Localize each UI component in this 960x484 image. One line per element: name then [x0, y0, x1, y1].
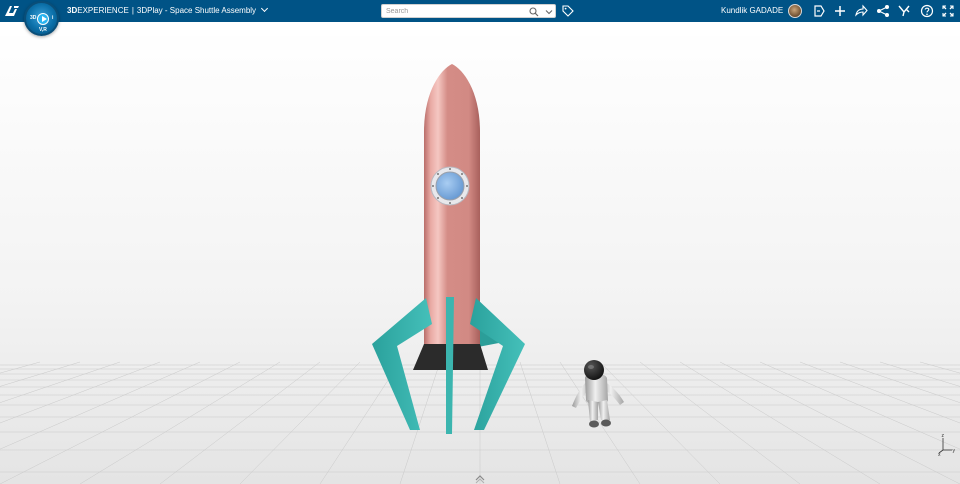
network-icon[interactable] [876, 4, 890, 18]
rocket-model[interactable] [372, 64, 525, 434]
astronaut-model[interactable] [572, 360, 624, 428]
search-dropdown-icon[interactable] [545, 8, 553, 16]
top-bar: 3DEXPERIENCE | 3DPlay - Space Shuttle Asse… [0, 0, 960, 22]
axis-x-label: x [938, 452, 941, 456]
play-icon[interactable] [37, 13, 49, 25]
brand-rest: EXPERIENCE [77, 6, 129, 15]
axis-y-label: y [953, 448, 956, 454]
share-icon[interactable] [854, 4, 868, 18]
app-brand[interactable]: 3DEXPERIENCE | 3DPlay - Space Shuttle Asse… [67, 4, 269, 15]
chevron-down-icon[interactable] [261, 4, 269, 13]
tools-icon[interactable] [897, 4, 911, 18]
user-name[interactable]: Kundlik GADADE [721, 6, 783, 15]
rocket-fin-front [446, 297, 454, 434]
astronaut-leg-left [588, 400, 598, 422]
add-icon[interactable] [833, 4, 847, 18]
brand-bold: 3D [67, 6, 78, 15]
3d-viewport[interactable]: z y x [0, 22, 960, 484]
app-title: 3DPlay - Space Shuttle Assembly [136, 6, 257, 15]
compass-quadrant-3d[interactable]: 3D [30, 15, 36, 21]
compass-quadrant-info[interactable]: i [52, 15, 53, 21]
axis-z-label: z [942, 433, 945, 439]
dassault-logo-icon[interactable] [3, 2, 21, 20]
3d-scene[interactable] [0, 22, 960, 484]
search-input[interactable] [386, 6, 521, 17]
help-icon[interactable] [920, 4, 934, 18]
rocket-porthole [430, 166, 470, 206]
share-location-icon[interactable] [812, 4, 826, 18]
tag-icon[interactable] [562, 5, 574, 17]
compass-quadrant-vr[interactable]: V,R [39, 27, 47, 33]
astronaut-boot-left [589, 420, 599, 428]
astronaut-helmet [584, 360, 604, 380]
compass-widget[interactable]: 3D i V,R [24, 1, 59, 36]
astronaut-boot-right [601, 419, 611, 427]
chevron-up-icon[interactable] [473, 472, 487, 484]
avatar[interactable] [788, 4, 802, 18]
axis-triad-icon[interactable]: z y x [938, 432, 956, 456]
fullscreen-icon[interactable] [941, 4, 955, 18]
search-box [381, 4, 556, 18]
brand-separator: | [131, 6, 134, 15]
search-icon[interactable] [529, 7, 539, 17]
